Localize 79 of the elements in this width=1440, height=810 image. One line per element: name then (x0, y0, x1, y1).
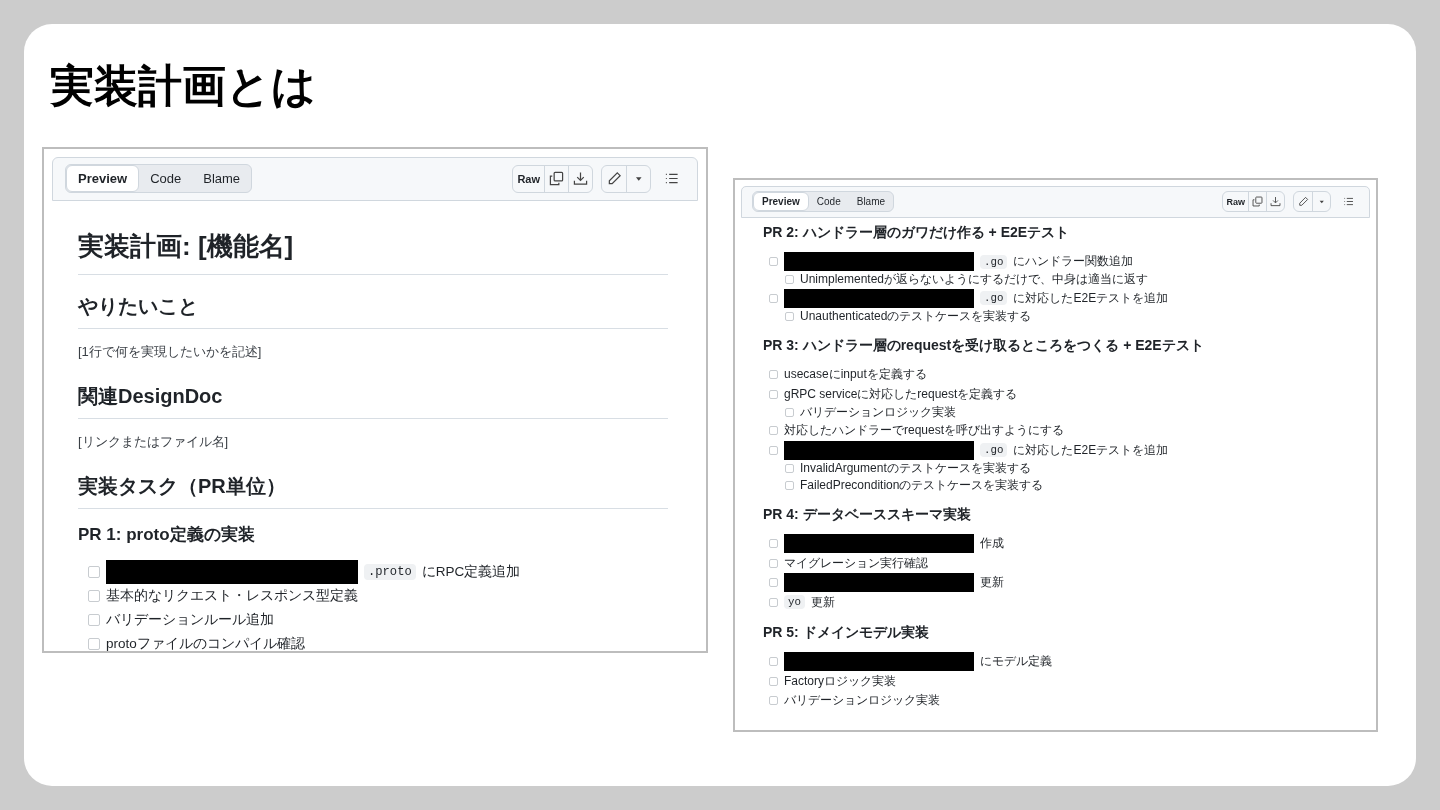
task-checkbox[interactable] (88, 565, 100, 578)
section-heading: 実装タスク（PR単位） (78, 472, 668, 509)
task-checkbox[interactable] (769, 426, 778, 436)
task-checkbox[interactable] (769, 657, 778, 667)
task-checkbox[interactable] (769, 676, 778, 686)
pencil-icon (1297, 196, 1309, 208)
task-text: FailedPreconditionのテストケースを実装する (800, 476, 1044, 494)
view-tab[interactable]: Code (139, 165, 193, 193)
inline-code: .go (980, 291, 1008, 306)
task-checkbox[interactable] (769, 578, 778, 588)
task-checkbox[interactable] (785, 463, 794, 473)
inline-code: yo (784, 595, 805, 610)
view-tab[interactable]: Blame (848, 192, 894, 212)
task-text: に対応したE2Eテストを追加 (1013, 289, 1169, 307)
task-checkbox[interactable] (769, 539, 778, 549)
task-checkbox[interactable] (769, 445, 778, 455)
task-checkbox[interactable] (769, 389, 778, 399)
task-text: 更新 (810, 593, 835, 611)
task-checkbox[interactable] (88, 613, 100, 626)
task-checkbox[interactable] (769, 558, 778, 568)
task-text: 更新 (980, 574, 1004, 592)
task-checkbox[interactable] (769, 293, 778, 303)
subsection-heading: PR 2: ハンドラー層のガワだけ作る + E2Eテスト (763, 223, 1071, 242)
copy-icon (549, 171, 564, 187)
task-checkbox[interactable] (769, 597, 778, 607)
view-tab[interactable]: Preview (66, 165, 140, 193)
task-text: InvalidArgumentのテストケースを実装する (800, 459, 1031, 477)
subsection-heading: PR 4: データベーススキーマ実装 (763, 505, 972, 524)
task-checkbox[interactable] (769, 257, 778, 267)
inline-code: .go (980, 443, 1008, 458)
section-heading: 関連DesignDoc (78, 382, 668, 419)
inline-code: .go (980, 254, 1008, 269)
task-text: に対応したE2Eテストを追加 (1013, 441, 1169, 459)
view-tab[interactable]: Preview (753, 192, 809, 212)
task-text: バリデーションロジック実装 (800, 403, 956, 421)
caret-icon (634, 175, 643, 183)
task-checkbox[interactable] (785, 407, 794, 417)
task-text: 基本的なリクエスト・レスポンス型定義 (106, 586, 358, 605)
pencil-icon (606, 171, 622, 187)
task-text: にモデル定義 (980, 653, 1052, 671)
copy-icon (1252, 196, 1263, 208)
inline-code: .proto (364, 563, 416, 580)
task-text: 作成 (980, 535, 1004, 553)
list-icon (1342, 196, 1354, 208)
document-title: 実装計画: [機能名] (78, 216, 668, 275)
task-text: Unimplementedが返らないようにするだけで、中身は適当に返す (800, 271, 1149, 289)
task-text: 対応したハンドラーでrequestを呼び出すようにする (784, 422, 1065, 440)
task-text: gRPC serviceに対応したrequestを定義する (784, 385, 1018, 403)
task-text: バリデーションロジック実装 (784, 692, 940, 710)
view-tab[interactable]: Code (808, 192, 849, 212)
subsection-heading: PR 1: proto定義の実装 (78, 523, 256, 546)
task-text: マイグレーション実行確認 (784, 554, 928, 572)
task-text: protoファイルのコンパイル確認 (106, 634, 305, 651)
download-button[interactable] (1266, 192, 1284, 212)
task-checkbox[interactable] (88, 589, 100, 602)
section-heading: やりたいこと (78, 292, 668, 329)
task-checkbox[interactable] (785, 275, 794, 285)
download-icon (573, 171, 588, 187)
slide-title: 実装計画とは (50, 60, 317, 112)
task-text: Factoryロジック実装 (784, 672, 896, 690)
task-checkbox[interactable] (88, 637, 100, 650)
task-text: バリデーションルール追加 (106, 610, 274, 629)
raw-button[interactable]: Raw (513, 165, 544, 192)
subsection-heading: PR 3: ハンドラー層のrequestを受け取るところをつくる + E2Eテスト (763, 336, 1205, 355)
task-text: にハンドラー関数追加 (1013, 253, 1134, 271)
task-text: にRPC定義追加 (421, 562, 521, 581)
subsection-heading: PR 5: ドメインモデル実装 (763, 623, 930, 642)
task-text: Unauthenticatedのテストケースを実装する (800, 307, 1032, 325)
task-text: usecaseにinputを定義する (784, 366, 927, 384)
view-tab[interactable]: Blame (192, 165, 252, 193)
task-checkbox[interactable] (769, 696, 778, 706)
paragraph: [リンクまたはファイル名] (78, 432, 230, 451)
task-checkbox[interactable] (769, 370, 778, 380)
paragraph: [1行で何を実現したいかを記述] (78, 342, 263, 361)
caret-icon (1318, 199, 1325, 205)
raw-button[interactable]: Raw (1223, 192, 1248, 212)
download-icon (1270, 196, 1281, 208)
task-checkbox[interactable] (785, 311, 794, 321)
task-checkbox[interactable] (785, 480, 794, 490)
